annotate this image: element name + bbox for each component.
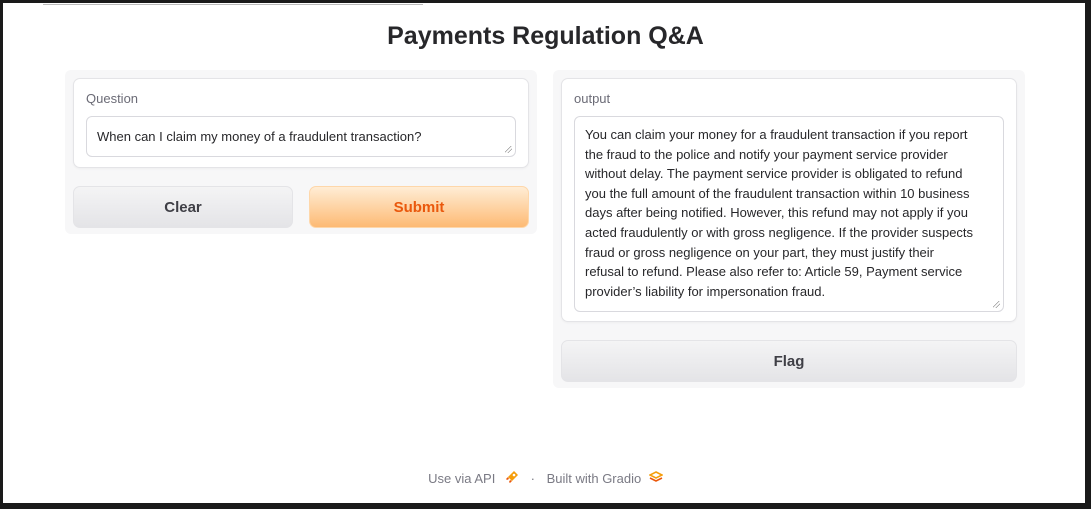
built-with-gradio-link[interactable]: Built with Gradio xyxy=(547,471,642,486)
question-input-value: When can I claim my money of a fraudulen… xyxy=(97,129,422,144)
output-textbox-value: You can claim your money for a fraudulen… xyxy=(585,127,974,299)
output-panel: output You can claim your money for a fr… xyxy=(553,70,1025,388)
footer: Use via API · Built with Gradio xyxy=(3,470,1085,487)
resize-handle-icon[interactable] xyxy=(505,146,512,153)
input-panel: Question When can I claim my money of a … xyxy=(65,70,537,234)
rocket-icon xyxy=(505,470,519,487)
footer-separator: · xyxy=(530,471,535,487)
output-block: output You can claim your money for a fr… xyxy=(561,78,1017,322)
app-window: Payments Regulation Q&A Question When ca… xyxy=(3,3,1085,503)
question-input[interactable]: When can I claim my money of a fraudulen… xyxy=(86,116,516,157)
flag-button[interactable]: Flag xyxy=(561,340,1017,382)
gradio-logo-icon xyxy=(648,470,664,487)
question-block: Question When can I claim my money of a … xyxy=(73,78,529,168)
cropped-top-content xyxy=(43,3,443,6)
output-textbox[interactable]: You can claim your money for a fraudulen… xyxy=(574,116,1004,312)
resize-handle-icon[interactable] xyxy=(993,301,1000,308)
submit-button[interactable]: Submit xyxy=(309,186,529,228)
use-via-api-link[interactable]: Use via API xyxy=(428,471,495,486)
question-label: Question xyxy=(86,91,139,106)
clear-button[interactable]: Clear xyxy=(73,186,293,228)
output-label: output xyxy=(574,91,611,106)
page-title: Payments Regulation Q&A xyxy=(387,22,704,50)
